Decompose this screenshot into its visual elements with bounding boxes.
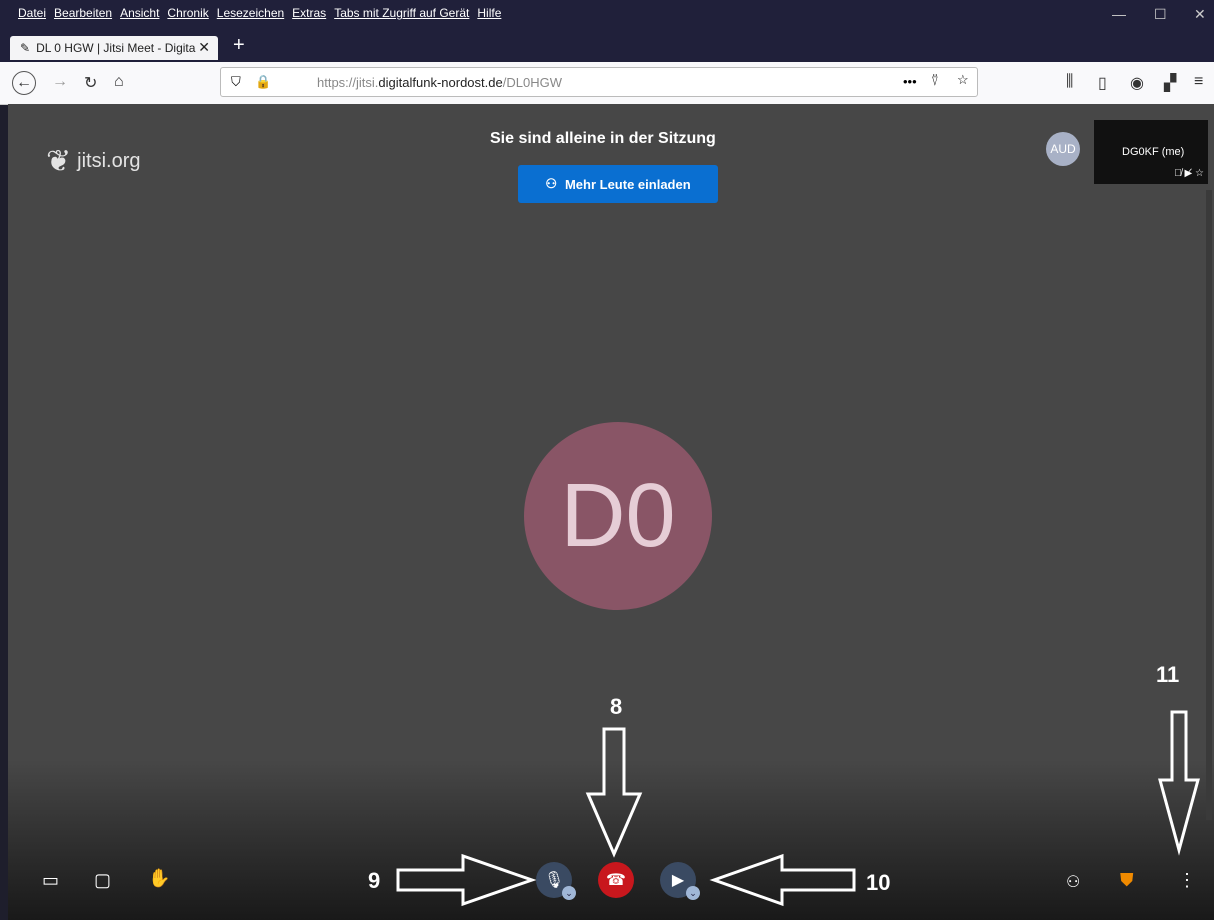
annotation-arrows <box>396 710 1200 907</box>
forward-icon[interactable]: → <box>52 73 68 91</box>
tab-close-icon[interactable]: ✕ <box>198 39 210 56</box>
menu-tabs[interactable]: Tabs mit Zugriff auf Gerät <box>334 6 469 20</box>
account-icon[interactable]: ◉ <box>1130 73 1144 93</box>
url-path: /DL0HGW <box>502 75 562 90</box>
menu-ansicht[interactable]: Ansicht <box>120 6 159 20</box>
security-shield-icon[interactable]: ⛊ <box>1120 870 1134 891</box>
browser-tab[interactable]: ✎ DL 0 HGW | Jitsi Meet - Digitalf ✕ <box>10 36 218 60</box>
arrow-10 <box>709 853 856 907</box>
invite-participants-icon[interactable]: ⚇ <box>1066 872 1080 892</box>
chat-icon[interactable]: ▭ <box>42 870 59 891</box>
arrow-9 <box>396 853 537 907</box>
menu-bar: Datei Bearbeiten Ansicht Chronik Lesezei… <box>0 0 1214 30</box>
arrow-11 <box>1158 710 1200 856</box>
mic-muted-icon: 🎙 <box>543 872 565 889</box>
hangup-button[interactable]: ☎ <box>598 862 634 898</box>
tab-title: DL 0 HGW | Jitsi Meet - Digitalf <box>36 41 197 55</box>
bookmark-star-icon[interactable]: ☆ <box>957 72 969 88</box>
camera-off-icon: ▶ <box>671 872 685 889</box>
lock-icon: 🔒 <box>255 74 272 89</box>
meeting-area: ❦ jitsi.org Sie sind alleine in der Sitz… <box>8 104 1214 920</box>
extensions-icon[interactable]: ▞ <box>1164 73 1176 93</box>
camera-button[interactable]: ▶ ⌄ <box>660 862 700 900</box>
hamburger-menu-icon[interactable]: ≡ <box>1194 73 1203 91</box>
menu-hilfe[interactable]: Hilfe <box>477 6 501 20</box>
microphone-button[interactable]: 🎙 ⌄ <box>536 862 576 900</box>
arrow-8 <box>585 727 643 858</box>
new-tab-button[interactable]: + <box>233 34 245 57</box>
url-prefix: https://jitsi. <box>317 75 379 90</box>
sidebar-icon[interactable]: ▯ <box>1098 73 1107 93</box>
feather-icon: ✎ <box>20 41 31 55</box>
phone-hangup-icon: ☎ <box>606 872 626 889</box>
url-text: https://jitsi.digitalfunk-nordost.de/DL0… <box>317 75 562 90</box>
close-window-icon[interactable]: ✕ <box>1194 6 1206 23</box>
menu-chronik[interactable]: Chronik <box>167 6 208 20</box>
menu-lesezeichen[interactable]: Lesezeichen <box>217 6 284 20</box>
page-actions-icon[interactable]: ••• <box>903 74 917 89</box>
more-options-icon[interactable]: ⋮ <box>1178 870 1196 891</box>
screenshare-icon[interactable]: ▢ <box>94 870 111 891</box>
raise-hand-icon[interactable]: ✋ <box>148 868 170 889</box>
back-icon[interactable]: ← <box>12 71 36 95</box>
minimize-icon[interactable]: — <box>1112 6 1126 22</box>
chevron-down-icon[interactable]: ⌄ <box>686 886 700 900</box>
home-icon[interactable]: ⌂ <box>114 73 124 91</box>
nav-bar: ← → ↻ ⌂ ⛉ 🔒 https://jitsi.digitalfunk-no… <box>0 62 1214 105</box>
menu-datei[interactable]: Datei <box>18 6 46 20</box>
url-bar[interactable]: ⛉ 🔒 https://jitsi.digitalfunk-nordost.de… <box>220 67 978 97</box>
maximize-icon[interactable]: ☐ <box>1154 6 1167 23</box>
shield-icon: ⛉ <box>231 74 241 89</box>
menu-bearbeiten[interactable]: Bearbeiten <box>54 6 112 20</box>
reload-icon[interactable]: ↻ <box>84 73 97 93</box>
url-domain: digitalfunk-nordost.de <box>378 75 503 90</box>
menu-extras[interactable]: Extras <box>292 6 326 20</box>
pocket-icon[interactable]: ⍢ <box>931 73 939 89</box>
chevron-down-icon[interactable]: ⌄ <box>562 886 576 900</box>
library-icon[interactable]: ⫼ <box>1066 73 1073 91</box>
